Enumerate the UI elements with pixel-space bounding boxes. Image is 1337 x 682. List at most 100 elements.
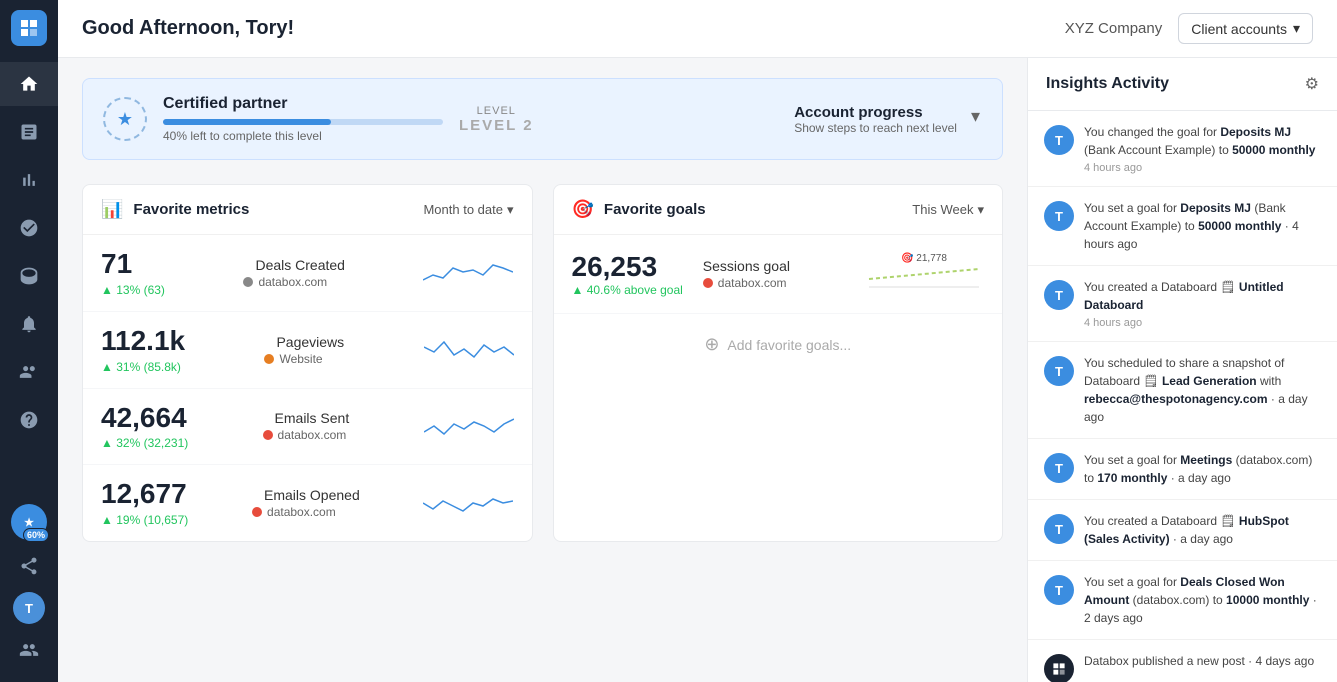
insight-content-3: You created a Databoard 🗒 Untitled Datab… (1084, 278, 1321, 329)
favorite-metrics-panel: 📊 Favorite metrics Month to date ▾ 71 13… (82, 184, 533, 542)
sidebar-item-share[interactable] (11, 544, 47, 588)
insight-content-4: You scheduled to share a snapshot of Dat… (1084, 354, 1321, 426)
main-content: ★ Certified partner 40% left to complete… (58, 58, 1027, 682)
sidebar-item-alerts[interactable] (0, 302, 58, 346)
progress-pct: 60% (23, 528, 49, 542)
metric-right-deals (423, 250, 513, 295)
account-progress-title: Account progress (794, 104, 957, 121)
metric-change-pageviews: 31% (85.8k) (101, 360, 185, 374)
metric-value-pageviews: 112.1k (101, 326, 185, 357)
metrics-icon: 📊 (101, 199, 123, 220)
goal-row-sessions: 26,253 ▲ 40.6% above goal Sessions goal … (554, 235, 1003, 314)
insight-avatar-3: T (1044, 280, 1074, 310)
metric-center-pageviews: Pageviews Website (264, 334, 344, 366)
favorite-metrics-header: 📊 Favorite metrics Month to date ▾ (83, 185, 532, 235)
metric-name-pageviews: Pageviews (276, 334, 344, 350)
user-avatar[interactable]: T (13, 592, 45, 624)
sidebar-item-goals[interactable] (0, 206, 58, 250)
metric-left-deals: 71 13% (63) (101, 249, 165, 297)
sidebar-item-group[interactable] (11, 628, 47, 672)
metrics-filter-button[interactable]: Month to date ▾ (423, 202, 513, 218)
banner-level: LEVEL LEVEL 2 (459, 105, 534, 134)
insight-avatar-2: T (1044, 201, 1074, 231)
insight-time-3: 4 hours ago (1084, 317, 1321, 329)
metric-row-pageviews: 112.1k 31% (85.8k) Pageviews Website (83, 312, 532, 389)
insights-list: T You changed the goal for Deposits MJ (… (1028, 111, 1337, 682)
level-value: LEVEL 2 (459, 117, 534, 134)
metric-left-emails-opened: 12,677 19% (10,657) (101, 479, 188, 527)
banner-right: Account progress Show steps to reach nex… (794, 104, 982, 135)
app-logo[interactable] (11, 10, 47, 46)
insight-item-4: T You scheduled to share a snapshot of D… (1028, 342, 1337, 439)
metric-center-emails-opened: Emails Opened databox.com (252, 487, 360, 519)
goal-chart-sessions: 🎯 21,778 (864, 249, 984, 299)
insight-content-1: You changed the goal for Deposits MJ (Ba… (1084, 123, 1321, 174)
insight-item-1: T You changed the goal for Deposits MJ (… (1028, 111, 1337, 187)
metric-change-deals: 13% (63) (101, 283, 165, 297)
goal-name-container: Sessions goal databox.com (703, 258, 790, 290)
goal-source-sessions: databox.com (703, 276, 790, 290)
partner-banner: ★ Certified partner 40% left to complete… (82, 78, 1003, 160)
certified-partner-icon: ★ (103, 97, 147, 141)
insight-text-2: You set a goal for Deposits MJ (Bank Acc… (1084, 199, 1321, 253)
sidebar-item-data[interactable] (0, 254, 58, 298)
sidebar-item-analytics[interactable] (0, 158, 58, 202)
sparkline-emails-opened (423, 481, 513, 521)
insight-text-8: Databox published a new post · 4 days ag… (1084, 652, 1314, 670)
account-progress-toggle[interactable]: ▾ (969, 104, 982, 129)
insight-item-5: T You set a goal for Meetings (databox.c… (1028, 439, 1337, 500)
progress-bar (163, 119, 443, 125)
goal-main-sessions: 26,253 ▲ 40.6% above goal (572, 251, 683, 297)
add-goal-label: Add favorite goals... (727, 337, 851, 353)
metric-right-pageviews (424, 327, 514, 372)
goals-filter-button[interactable]: This Week ▾ (912, 202, 984, 218)
content: ★ Certified partner 40% left to complete… (58, 58, 1337, 682)
client-accounts-label: Client accounts (1191, 21, 1287, 37)
insights-filter-icon[interactable]: ⚙ (1305, 74, 1319, 94)
progress-badge[interactable]: ★ 60% (11, 504, 47, 540)
insight-text-4: You scheduled to share a snapshot of Dat… (1084, 354, 1321, 426)
insights-title: Insights Activity (1046, 75, 1169, 93)
metric-value-deals: 71 (101, 249, 165, 280)
company-name: XYZ Company (1065, 20, 1163, 37)
metric-left-emails-sent: 42,664 32% (32,231) (101, 403, 188, 451)
favorite-goals-panel: 🎯 Favorite goals This Week ▾ 26,253 ▲ 40… (553, 184, 1004, 542)
source-dot (264, 354, 274, 364)
metric-name-emails-sent: Emails Sent (275, 410, 350, 426)
client-accounts-button[interactable]: Client accounts ▾ (1178, 13, 1313, 44)
metric-row-deals: 71 13% (63) Deals Created databox.com (83, 235, 532, 312)
metric-change-emails-opened: 19% (10,657) (101, 513, 188, 527)
sidebar-item-users[interactable] (0, 350, 58, 394)
insights-header: Insights Activity ⚙ (1028, 58, 1337, 111)
header: Good Afternoon, Tory! XYZ Company Client… (58, 0, 1337, 58)
sparkline-emails-sent (424, 404, 514, 444)
insight-avatar-5: T (1044, 453, 1074, 483)
metric-meta-emails-opened: databox.com (252, 505, 360, 519)
metric-meta-emails-sent: databox.com (263, 428, 350, 442)
insight-text-7: You set a goal for Deals Closed Won Amou… (1084, 573, 1321, 627)
insight-time-1: 4 hours ago (1084, 162, 1321, 174)
svg-text:🎯 21,778: 🎯 21,778 (901, 252, 947, 264)
chevron-down-icon: ▾ (977, 202, 984, 218)
sidebar-item-help[interactable] (0, 398, 58, 442)
metric-name-deals: Deals Created (255, 257, 345, 273)
sidebar-item-home[interactable] (0, 62, 58, 106)
insight-avatar-8 (1044, 654, 1074, 682)
banner-left: ★ Certified partner 40% left to complete… (103, 95, 534, 143)
sidebar-bottom: ★ 60% T (11, 504, 47, 672)
insight-item-2: T You set a goal for Deposits MJ (Bank A… (1028, 187, 1337, 266)
sidebar-item-reports[interactable] (0, 110, 58, 154)
metric-change-emails-sent: 32% (32,231) (101, 436, 188, 450)
source-dot (703, 278, 713, 288)
metric-meta-deals: databox.com (243, 275, 345, 289)
progress-text: 40% left to complete this level (163, 129, 443, 143)
level-label: LEVEL (459, 105, 534, 117)
chevron-down-icon: ▾ (507, 202, 514, 218)
add-goal-row[interactable]: ⊕ Add favorite goals... (554, 314, 1003, 375)
goals-icon: 🎯 (572, 199, 594, 220)
metric-value-emails-sent: 42,664 (101, 403, 188, 434)
main: Good Afternoon, Tory! XYZ Company Client… (58, 0, 1337, 682)
insight-content-6: You created a Databoard 🗒 HubSpot (Sales… (1084, 512, 1321, 548)
source-dot (243, 277, 253, 287)
insight-text-5: You set a goal for Meetings (databox.com… (1084, 451, 1321, 487)
